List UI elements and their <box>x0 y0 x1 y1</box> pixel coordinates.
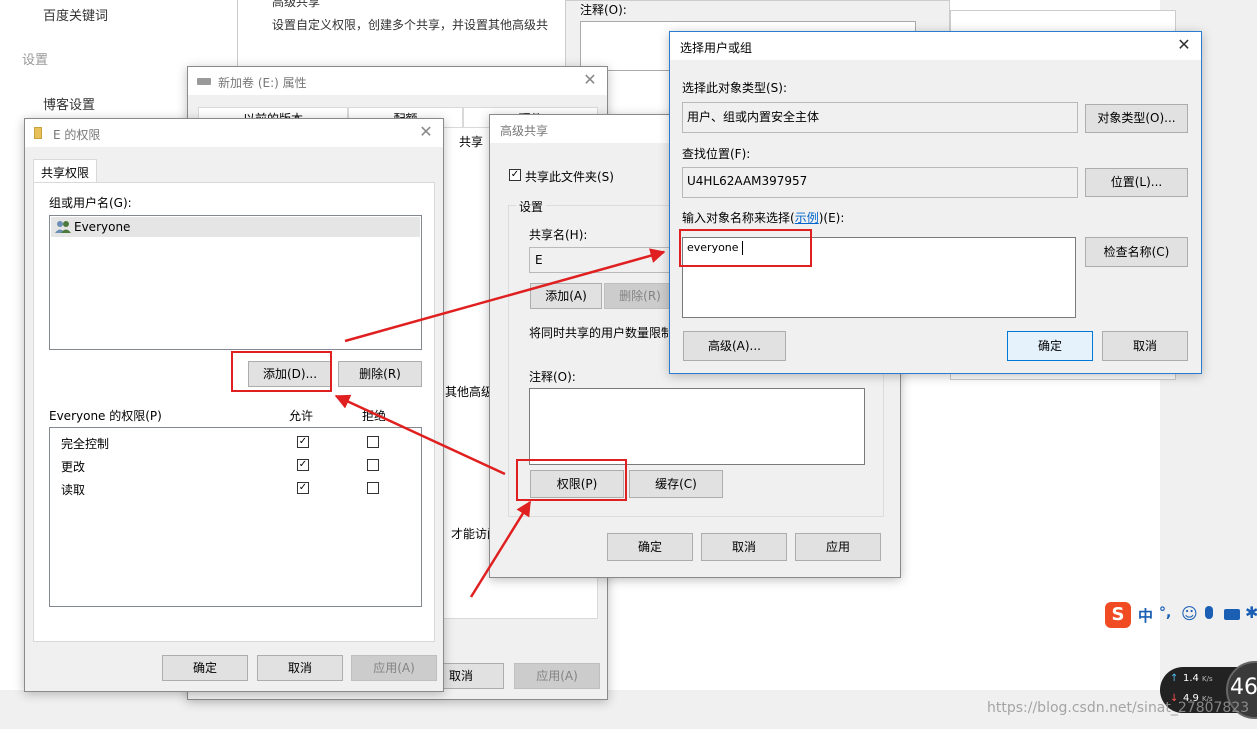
upload-speed: 1.4 <box>1183 673 1199 684</box>
watermark: https://blog.csdn.net/sinat_27807823 <box>987 700 1250 716</box>
microphone-icon[interactable] <box>1205 606 1213 619</box>
arrow-to-object-name <box>344 248 666 343</box>
arrow-to-add-button <box>334 394 506 476</box>
upload-unit: K/s <box>1202 675 1213 683</box>
gauge-value: 46 <box>1230 675 1257 700</box>
emoji-icon[interactable]: ☺ <box>1181 604 1198 623</box>
upload-arrow-icon: ↑ <box>1170 673 1179 684</box>
sogou-icon[interactable]: S <box>1105 602 1131 628</box>
arrow-to-permissions-button <box>469 500 532 598</box>
more-icon[interactable]: ✱ <box>1245 603 1257 622</box>
keyboard-icon[interactable] <box>1224 609 1240 620</box>
ime-punctuation[interactable]: °, <box>1159 605 1171 621</box>
annotation-arrows <box>334 248 666 598</box>
ime-toolbar: S 中 °, ☺ ✱ <box>1103 601 1257 629</box>
ime-chinese-mode[interactable]: 中 <box>1138 605 1153 626</box>
